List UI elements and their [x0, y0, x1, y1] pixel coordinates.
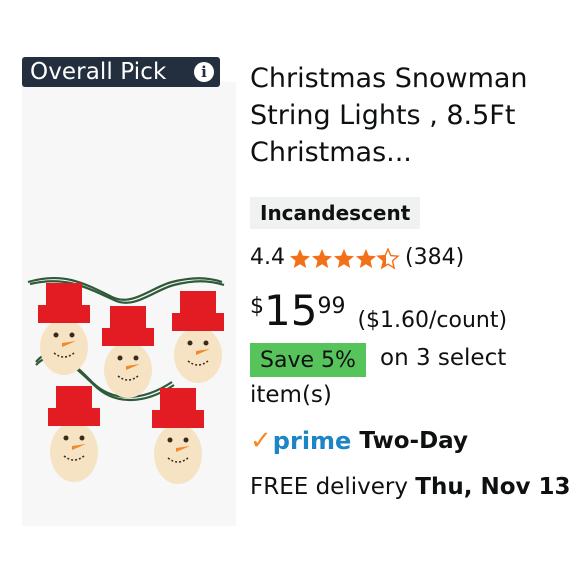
prime-row: ✓ prime Two-Day — [250, 426, 468, 456]
price-fraction: 99 — [317, 294, 346, 319]
delivery-date: Thu, Nov 13 — [415, 474, 571, 500]
info-icon[interactable]: i — [194, 62, 214, 82]
product-title[interactable]: Christmas Snowman String Lights , 8.5Ft … — [250, 60, 570, 171]
save-badge: Save 5% — [250, 343, 366, 377]
review-count[interactable]: (384) — [405, 245, 464, 270]
variant-tag: Incandescent — [250, 197, 421, 229]
delivery-prefix: FREE delivery — [250, 474, 416, 500]
product-image[interactable] — [22, 82, 236, 526]
unit-price: ($1.60/count) — [357, 308, 508, 333]
save-note-continued: item(s) — [250, 382, 332, 408]
price-currency: $ — [250, 294, 264, 319]
star-rating-icon[interactable] — [289, 248, 401, 270]
save-note: on 3 select — [380, 345, 507, 371]
rating-value: 4.4 — [250, 245, 285, 270]
price: $ 15 99 ($1.60/count) — [250, 286, 508, 335]
delivery-info: FREE delivery Thu, Nov 13 — [250, 474, 571, 500]
prime-logo: prime — [272, 427, 352, 455]
badge-label: Overall Pick — [30, 59, 167, 85]
rating-row[interactable]: 4.4 (384) — [250, 245, 464, 270]
price-whole: 15 — [264, 286, 318, 335]
overall-pick-badge: Overall Pick i — [22, 57, 220, 87]
prime-check-icon: ✓ — [250, 426, 272, 456]
prime-speed: Two-Day — [359, 428, 468, 454]
